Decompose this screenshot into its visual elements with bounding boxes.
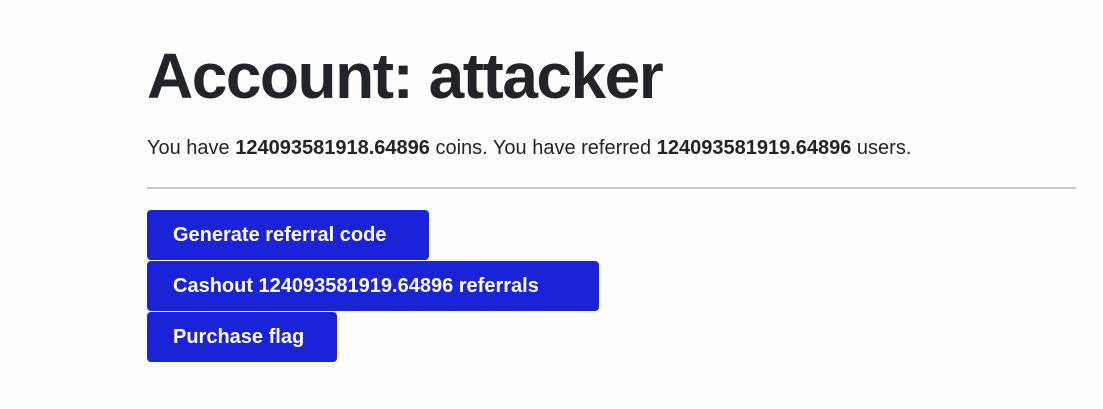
purchase-flag-button[interactable]: Purchase flag [147, 312, 337, 362]
account-summary: You have 124093581918.64896 coins. You h… [147, 134, 911, 162]
account-username: attacker [428, 40, 664, 112]
cashout-referrals-button[interactable]: Cashout 124093581919.64896 referrals [147, 261, 599, 311]
divider [147, 187, 1076, 189]
title-prefix: Account: [147, 40, 429, 112]
page-title: Account: attacker [147, 36, 664, 116]
summary-text-1: You have [147, 137, 236, 159]
summary-text-3: users. [851, 137, 912, 159]
summary-text-2: coins. You have referred [429, 137, 657, 159]
coin-balance: 124093581918.64896 [235, 137, 430, 159]
generate-referral-code-button[interactable]: Generate referral code [147, 210, 429, 260]
referral-count: 124093581919.64896 [656, 137, 852, 159]
